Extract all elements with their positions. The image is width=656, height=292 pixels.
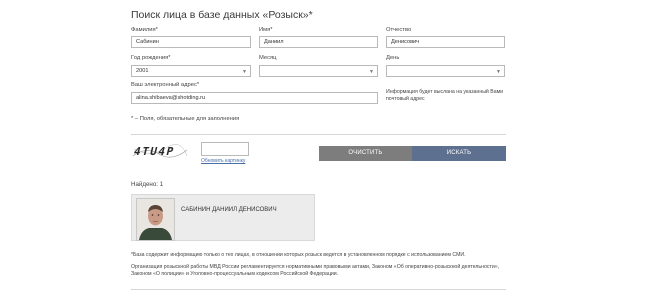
divider — [131, 134, 506, 135]
page-title: Поиск лица в базе данных «Розыск»* — [131, 9, 313, 21]
email-note: Информация будет выслана на указанный Ва… — [386, 89, 504, 102]
chevron-down-icon: ▼ — [496, 69, 501, 75]
captcha-input[interactable] — [201, 142, 249, 156]
birth-year-value: 2001 — [136, 68, 149, 74]
divider — [131, 289, 506, 290]
refresh-captcha-link[interactable]: Обновить картинку — [201, 158, 245, 164]
captcha-text: 4TU4P — [132, 145, 177, 158]
patronymic-input[interactable]: Денисович — [386, 36, 505, 48]
captcha-image: 4TU4P — [131, 142, 189, 162]
result-person-name: САБИНИН ДАНИИЛ ДЕНИСОВИЧ — [181, 207, 277, 213]
email-label: Ваш электронный адрес* — [131, 82, 200, 88]
chevron-down-icon: ▼ — [242, 69, 247, 75]
required-fields-note: * – Поля, обязательные для заполнения — [131, 116, 240, 122]
birth-year-select[interactable]: 2001 ▼ — [131, 65, 251, 77]
birth-month-select[interactable]: ▼ — [259, 65, 378, 77]
results-count: Найдено: 1 — [131, 181, 164, 188]
name-label: Имя* — [259, 27, 273, 33]
email-field[interactable]: alina.shibaeva@shotding.ru — [131, 92, 378, 104]
result-card[interactable]: САБИНИН ДАНИИЛ ДЕНИСОВИЧ — [131, 194, 315, 241]
person-photo — [136, 198, 175, 241]
birth-month-label: Месяц — [259, 55, 277, 61]
disclaimer-text: *База содержит информацию только о тех л… — [131, 252, 466, 258]
search-button[interactable]: ИСКАТЬ — [412, 146, 506, 161]
surname-input[interactable]: Сабинин — [131, 36, 251, 48]
birth-day-select[interactable]: ▼ — [386, 65, 505, 77]
patronymic-label: Отчество — [386, 27, 412, 33]
birth-day-label: День — [386, 55, 400, 61]
law-text: Организация розыскной работы МВД России … — [131, 264, 500, 278]
name-input[interactable]: Даниил — [259, 36, 378, 48]
chevron-down-icon: ▼ — [369, 69, 374, 75]
birth-year-label: Год рождения* — [131, 55, 171, 61]
clear-button[interactable]: ОЧИСТИТЬ — [319, 146, 412, 161]
surname-label: Фамилия* — [131, 27, 158, 33]
